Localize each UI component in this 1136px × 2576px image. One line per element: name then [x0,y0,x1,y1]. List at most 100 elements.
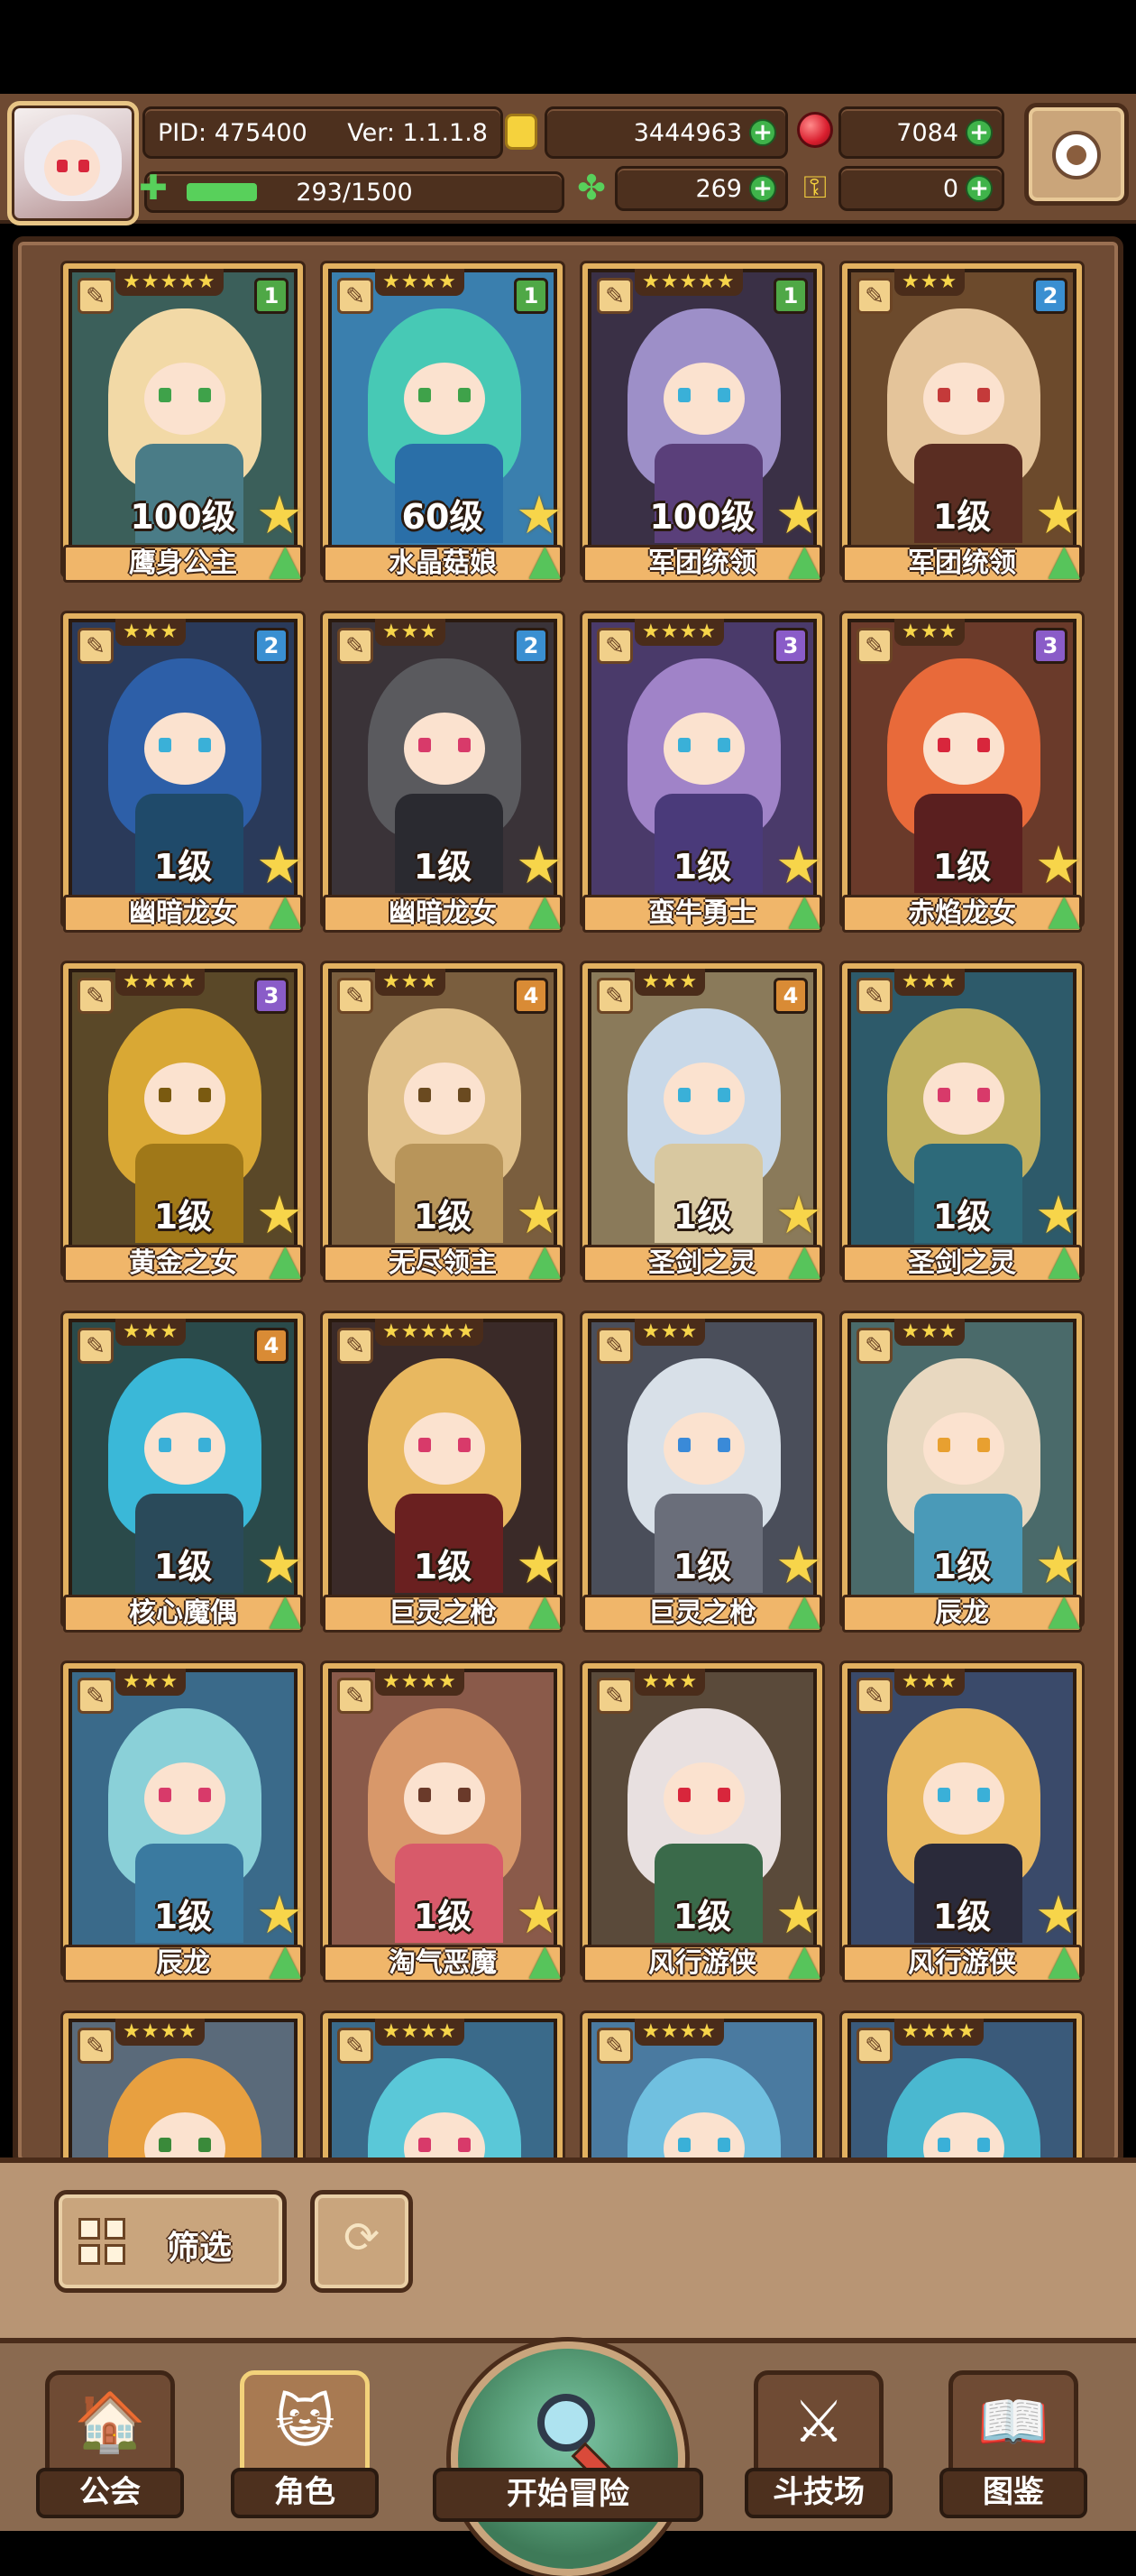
star-upgrade-icon: ★ [256,1184,303,1246]
level-up-arrow-icon[interactable]: ▲ [529,1936,561,1983]
level-up-arrow-icon[interactable]: ▲ [1049,1586,1080,1633]
character-card[interactable]: ✎ ★★★ 2 1级 ★ 幽暗龙女 ▲ [323,613,566,940]
character-card[interactable]: ✎ ★★★ 1级 ★ 圣剑之灵 ▲ [842,963,1086,1290]
character-card[interactable]: ✎ ★★★★ 1 60级 ★ 水晶菇娘 ▲ [323,263,566,590]
character-card[interactable]: ✎ ★★★ 2 1级 ★ 军团统领 ▲ [842,263,1086,590]
tier-badge: 4 [254,1328,289,1364]
level-up-arrow-icon[interactable]: ▲ [270,536,301,583]
level-up-arrow-icon[interactable]: ▲ [529,1586,561,1633]
portrait-eye [938,1788,950,1802]
portrait-face [664,713,745,785]
class-icon: ✎ [597,1678,633,1714]
level-up-arrow-icon[interactable]: ▲ [270,1236,301,1283]
rarity-stars: ★★★★ [375,2019,464,2046]
character-card[interactable]: ✎ ★★★ 1级 ★ 风行游侠 ▲ [842,1663,1086,1990]
add-clover-button[interactable]: + [749,175,776,202]
character-card[interactable]: ✎ ★★★ 1级 ★ 辰龙 ▲ [63,1663,307,1990]
rarity-stars: ★★★ [894,269,966,296]
level-up-arrow-icon[interactable]: ▲ [789,536,820,583]
stamina-fill [187,183,257,201]
nav-arena[interactable]: ⚔ 斗技场 [745,2370,893,2518]
class-icon: ✎ [597,628,633,664]
stamina-icon: ✚ [139,168,168,207]
portrait-eye [678,1088,691,1102]
add-key-button[interactable]: + [966,175,993,202]
reset-button[interactable]: ⟳ [310,2190,413,2293]
nav-arena-label: 斗技场 [745,2468,893,2518]
rarity-stars: ★★★ [635,969,706,996]
rarity-stars: ★★★ [894,1319,966,1346]
level-up-arrow-icon[interactable]: ▲ [1049,1936,1080,1983]
portrait-face [664,1063,745,1135]
character-card[interactable]: ✎ ★★★★★ 1 100级 ★ 军团统领 ▲ [582,263,826,590]
rarity-stars: ★★★ [115,1319,187,1346]
character-name: 巨灵之枪 [582,1595,822,1633]
level-up-arrow-icon[interactable]: ▲ [1049,1236,1080,1283]
character-card[interactable]: ✎ ★★★ 1级 ★ 风行游侠 ▲ [582,1663,826,1990]
level-up-arrow-icon[interactable]: ▲ [529,886,561,933]
character-card[interactable]: ✎ ★★★★★ 1级 ★ 巨灵之枪 ▲ [323,1313,566,1640]
level-up-arrow-icon[interactable]: ▲ [789,886,820,933]
character-card[interactable]: ✎ ★★★ 1级 ★ 辰龙 ▲ [842,1313,1086,1640]
settings-button[interactable] [1024,103,1129,206]
rarity-stars: ★★★★ [635,2019,724,2046]
portrait-face [404,1412,485,1485]
portrait-face [144,363,225,435]
level-up-arrow-icon[interactable]: ▲ [789,1586,820,1633]
portrait-eye [159,2138,171,2152]
character-card[interactable]: ✎ ★★★ 4 1级 ★ 无尽领主 ▲ [323,963,566,1290]
class-icon: ✎ [597,2028,633,2064]
character-name: 水晶菇娘 [323,545,563,583]
class-icon: ✎ [597,1328,633,1364]
stamina-text: 293/1500 [296,178,413,207]
nav-guild[interactable]: 🏠 公会 [36,2370,184,2518]
character-card[interactable]: ✎ ★★★★ 3 1级 ★ 蛮牛勇士 ▲ [582,613,826,940]
nav-adventure[interactable]: 开始冒险 [433,2341,703,2576]
portrait-eye [678,2138,691,2152]
portrait-eye [159,1088,171,1102]
add-gem-button[interactable]: + [966,119,993,146]
filter-button[interactable]: 筛选 [54,2190,287,2293]
level-up-arrow-icon[interactable]: ▲ [270,886,301,933]
nav-codex[interactable]: 📖 图鉴 [939,2370,1087,2518]
portrait-eye [938,738,950,752]
character-name: 风行游侠 [582,1945,822,1983]
character-name: 圣剑之灵 [582,1245,822,1283]
character-card[interactable]: ✎ ★★★★★ 1 100级 ★ 鹰身公主 ▲ [63,263,307,590]
class-icon: ✎ [337,1678,373,1714]
gem-amount: 7084 [896,118,958,147]
rarity-stars: ★★★★ [115,969,205,996]
character-name: 无尽领主 [323,1245,563,1283]
add-gold-button[interactable]: + [749,119,776,146]
portrait-eye [938,2138,950,2152]
class-icon: ✎ [857,1328,893,1364]
portrait-eye [159,1788,171,1802]
portrait-face [664,1412,745,1485]
level-up-arrow-icon[interactable]: ▲ [1049,536,1080,583]
level-up-arrow-icon[interactable]: ▲ [270,1936,301,1983]
portrait-eye [418,388,431,402]
character-card[interactable]: ✎ ★★★★ 3 1级 ★ 黄金之女 ▲ [63,963,307,1290]
portrait-eye [718,1438,730,1452]
level-up-arrow-icon[interactable]: ▲ [529,536,561,583]
player-avatar[interactable] [7,101,139,225]
portrait-eye [198,738,211,752]
level-up-arrow-icon[interactable]: ▲ [789,1236,820,1283]
class-icon: ✎ [337,2028,373,2064]
character-card[interactable]: ✎ ★★★★ 1级 ★ 淘气恶魔 ▲ [323,1663,566,1990]
character-card[interactable]: ✎ ★★★ 3 1级 ★ 赤焰龙女 ▲ [842,613,1086,940]
avatar-eye-left [57,160,68,172]
nav-character[interactable]: 😺 角色 [231,2370,379,2518]
level-up-arrow-icon[interactable]: ▲ [270,1586,301,1633]
character-card[interactable]: ✎ ★★★ 4 1级 ★ 圣剑之灵 ▲ [582,963,826,1290]
class-icon: ✎ [857,1678,893,1714]
character-card[interactable]: ✎ ★★★ 4 1级 ★ 核心魔偶 ▲ [63,1313,307,1640]
character-card[interactable]: ✎ ★★★ 2 1级 ★ 幽暗龙女 ▲ [63,613,307,940]
character-card[interactable]: ✎ ★★★ 1级 ★ 巨灵之枪 ▲ [582,1313,826,1640]
level-up-arrow-icon[interactable]: ▲ [529,1236,561,1283]
level-up-arrow-icon[interactable]: ▲ [789,1936,820,1983]
tier-badge: 3 [254,978,289,1014]
level-up-arrow-icon[interactable]: ▲ [1049,886,1080,933]
character-name: 军团统领 [582,545,822,583]
nav-adventure-label: 开始冒险 [433,2468,703,2522]
